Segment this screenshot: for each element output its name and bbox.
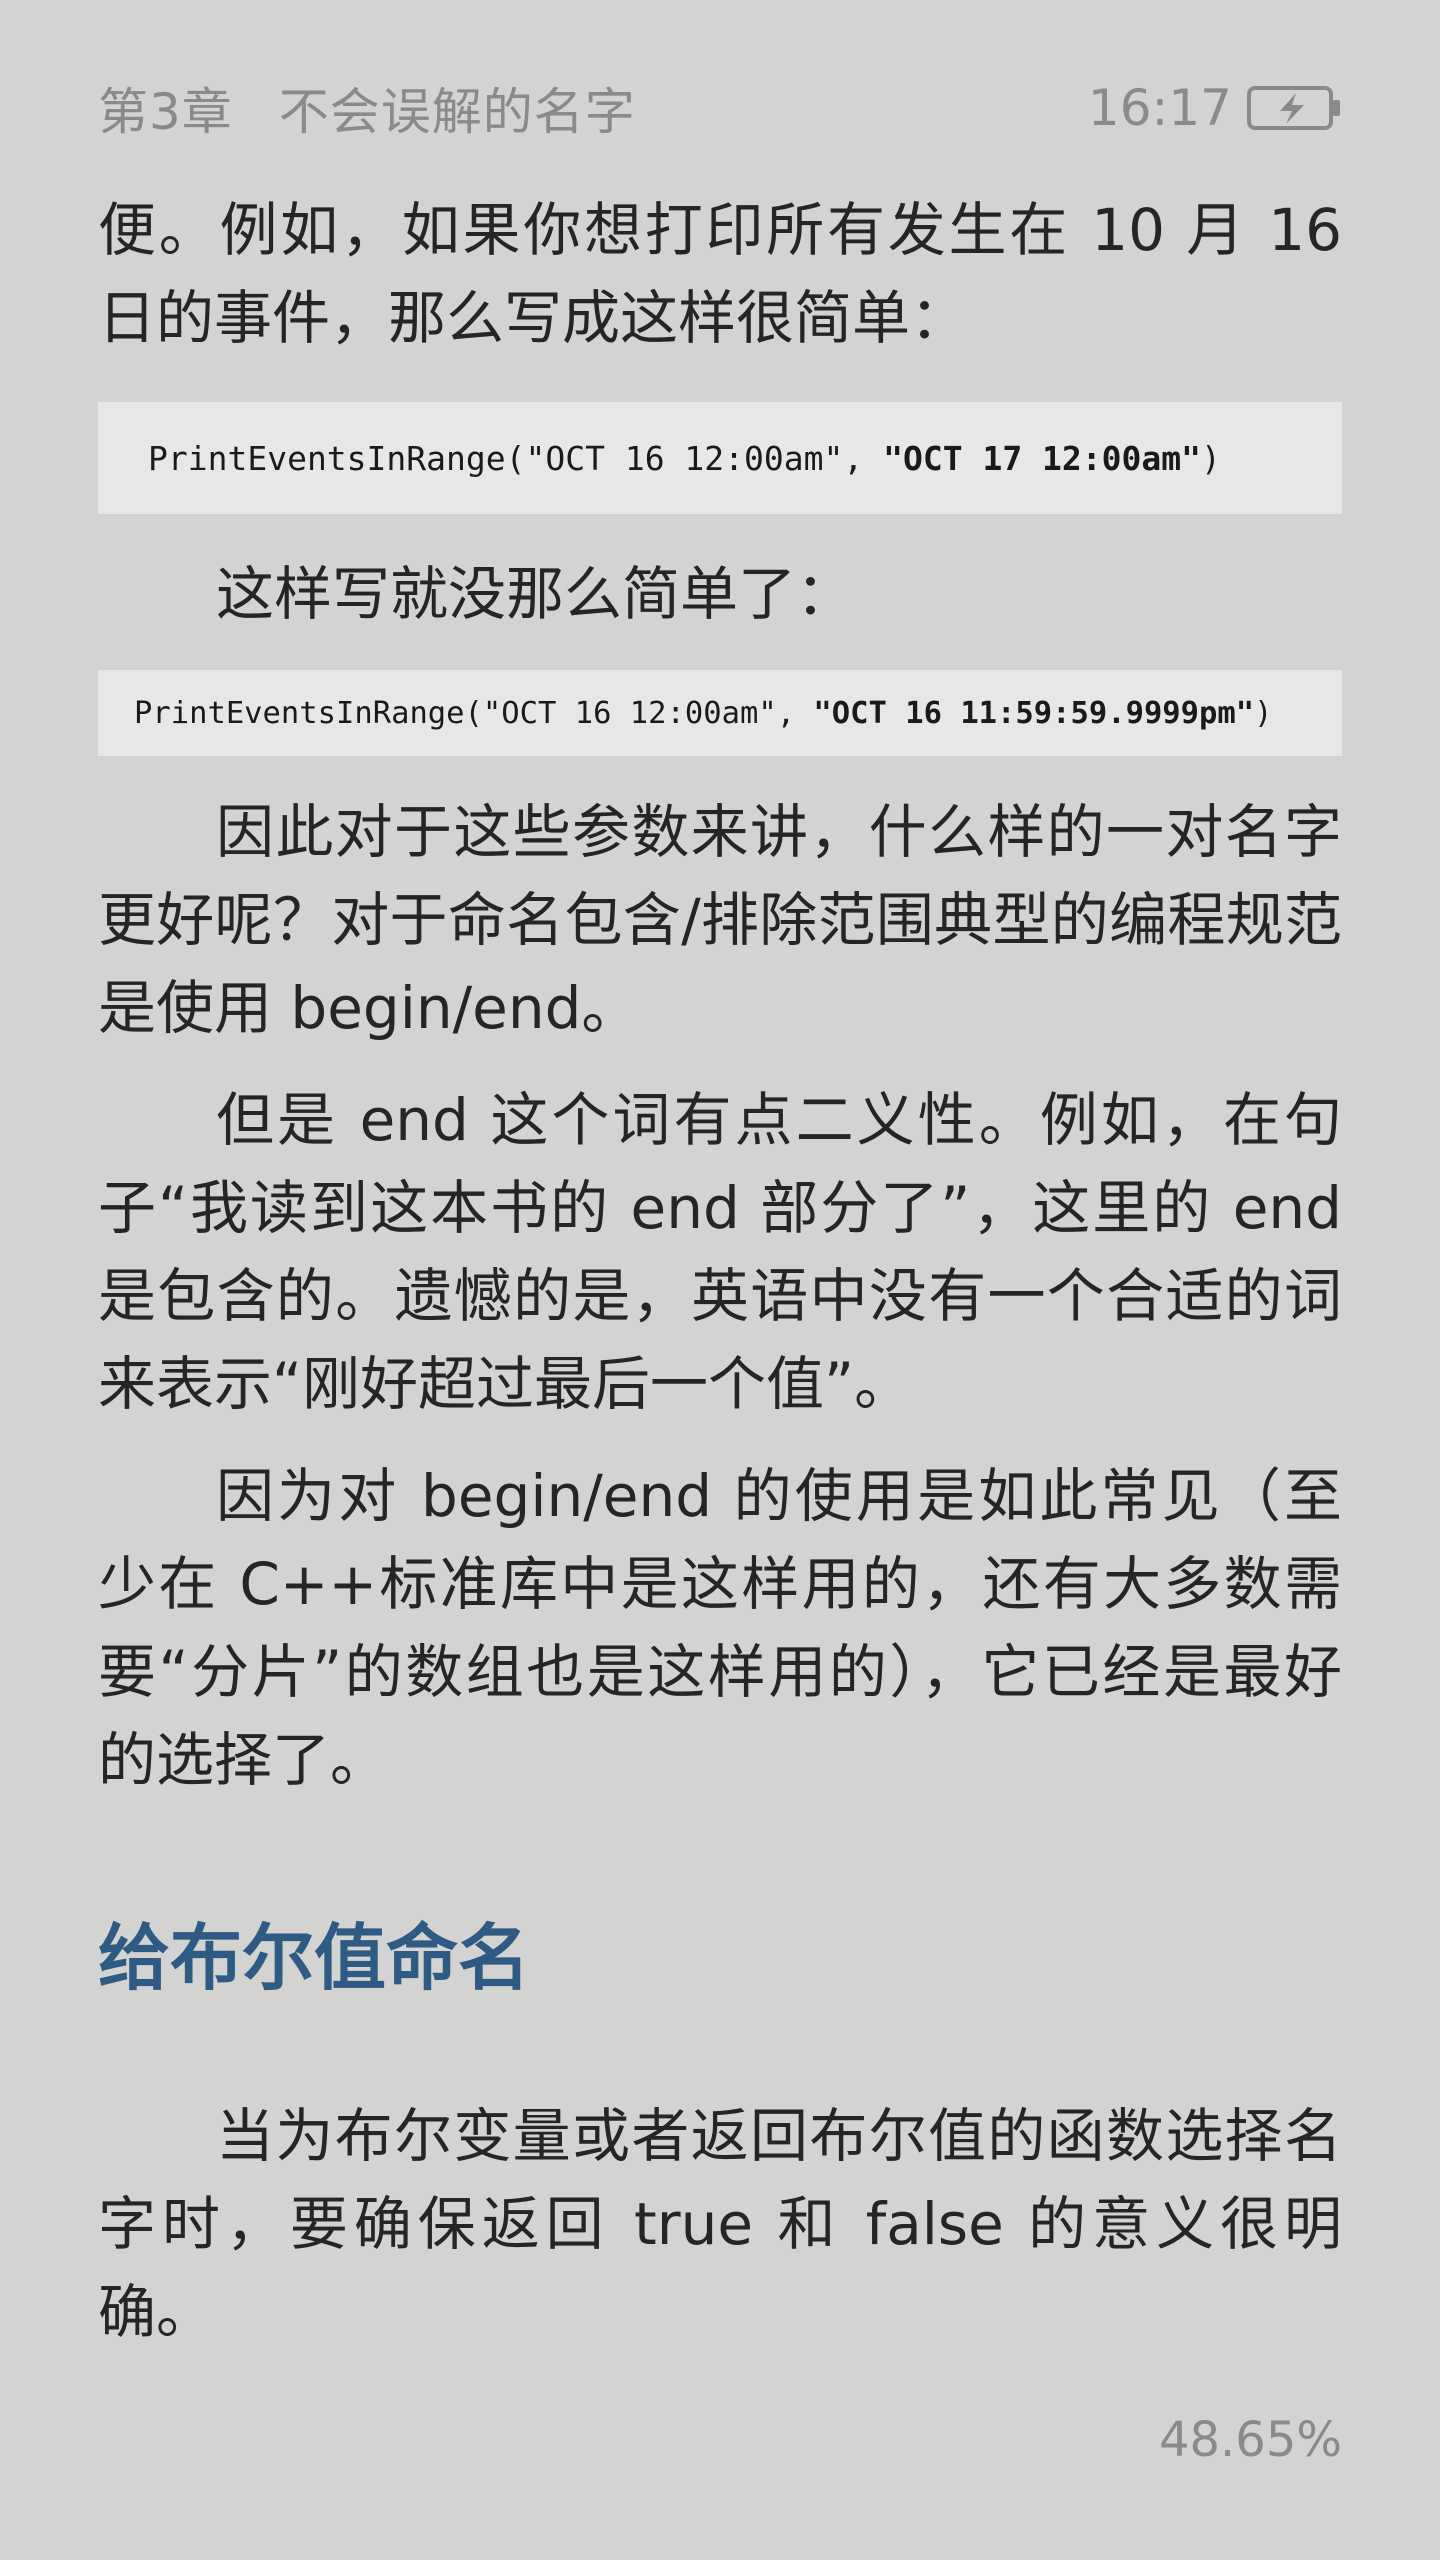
code-example-1: PrintEventsInRange("OCT 16 12:00am", "OC… [98,402,1342,514]
chapter-title: 第3章 不会误解的名字 [98,72,636,144]
chapter-name: 不会误解的名字 [278,83,636,141]
section-heading: 给布尔值命名 [98,1916,531,2000]
code-1-suffix: ) [1201,438,1221,478]
reading-progress: 48.65% [1158,2412,1342,2468]
status-right: 16:17 [1088,79,1342,137]
battery-charging-icon [1246,83,1342,133]
paragraph-1: 便。例如，如果你想打印所有发生在 10 月 16 日的事件，那么写成这样很简单： [98,196,1342,352]
paragraph-3: 因此对于这些参数来讲，什么样的一对名字更好呢？对于命名包含/排除范围典型的编程规… [98,798,1342,1042]
paragraph-6: 当为布尔变量或者返回布尔值的函数选择名字时，要确保返回 true 和 false… [98,2102,1342,2346]
paragraph-4: 但是 end 这个词有点二义性。例如，在句子“我读到这本书的 end 部分了”，… [98,1086,1342,1418]
code-1-highlight: "OCT 17 12:00am" [883,438,1201,478]
code-1-prefix: PrintEventsInRange("OCT 16 12:00am", [148,438,884,478]
code-2-suffix: ) [1254,695,1273,731]
code-2-highlight: "OCT 16 11:59:59.9999pm" [813,695,1255,731]
code-2-prefix: PrintEventsInRange("OCT 16 12:00am", [134,695,814,731]
chapter-label: 第3章 [98,83,233,141]
clock-time: 16:17 [1087,79,1232,137]
status-bar: 第3章 不会误解的名字 16:17 [98,70,1342,146]
code-example-2: PrintEventsInRange("OCT 16 12:00am", "OC… [98,670,1342,756]
reading-content: 便。例如，如果你想打印所有发生在 10 月 16 日的事件，那么写成这样很简单：… [98,186,1342,2356]
paragraph-2: 这样写就没那么简单了： [216,560,855,628]
paragraph-5: 因为对 begin/end 的使用是如此常见（至少在 C++标准库中是这样用的，… [98,1462,1342,1794]
